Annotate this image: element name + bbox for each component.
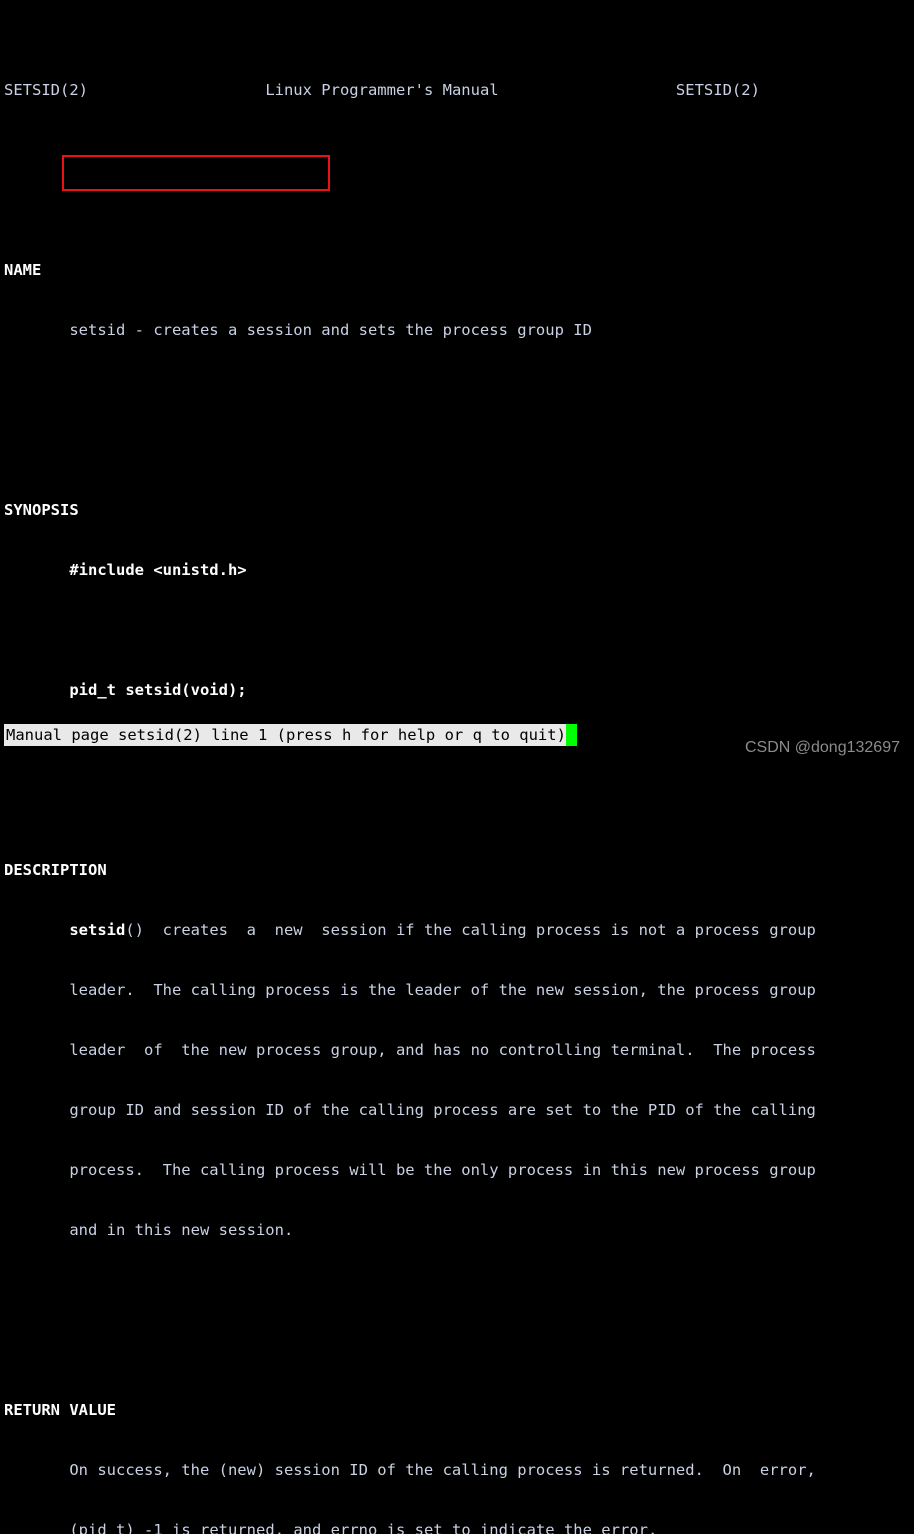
text-cursor bbox=[565, 724, 577, 746]
section-heading-synopsis: SYNOPSIS bbox=[0, 500, 914, 520]
section-heading-return-value: RETURN VALUE bbox=[0, 1400, 914, 1420]
description-line-2-text: leader. The calling process is the leade… bbox=[69, 981, 816, 999]
description-line-3: leader of the new process group, and has… bbox=[0, 1040, 914, 1060]
header-gap-left bbox=[88, 81, 265, 99]
section-heading-description-label: DESCRIPTION bbox=[4, 861, 107, 879]
minus-one-value-text: -1 bbox=[144, 1521, 163, 1534]
errno-keyword: errno bbox=[330, 1521, 378, 1534]
man-header-left: SETSID(2) bbox=[4, 81, 88, 99]
description-line-6-text: and in this new session. bbox=[69, 1221, 294, 1239]
pager-status-text: Manual page setsid(2) line 1 (press h fo… bbox=[6, 726, 566, 744]
description-line-5-text: process. The calling process will be the… bbox=[69, 1161, 816, 1179]
section-body-name: setsid - creates a session and sets the … bbox=[0, 320, 914, 340]
section-heading-name: NAME bbox=[0, 260, 914, 280]
description-line-1: setsid() creates a new session if the ca… bbox=[0, 920, 914, 940]
section-heading-return-value-label: RETURN VALUE bbox=[4, 1401, 116, 1419]
watermark-text: CSDN @dong132697 bbox=[744, 739, 900, 756]
section-heading-synopsis-label: SYNOPSIS bbox=[4, 501, 79, 519]
name-description-text: setsid - creates a session and sets the … bbox=[69, 321, 592, 339]
man-header-right: SETSID(2) bbox=[675, 81, 760, 99]
section-heading-name-label: NAME bbox=[4, 261, 42, 279]
return-value-line-1: On success, the (new) session ID of the … bbox=[0, 1460, 914, 1480]
function-prototype-text: pid_t setsid(void); bbox=[69, 681, 247, 699]
return-value-end-text: is set to indicate the error. bbox=[377, 1521, 658, 1534]
description-line-3-text: leader of the new process group, and has… bbox=[69, 1041, 816, 1059]
header-gap-right bbox=[499, 81, 676, 99]
terminal-man-page[interactable]: SETSID(2) Linux Programmer's Manual SETS… bbox=[0, 0, 914, 1534]
synopsis-include-line: #include <unistd.h> bbox=[0, 560, 914, 580]
function-name-keyword: setsid bbox=[69, 921, 126, 939]
return-value-line-2: (pid_t) -1 is returned, and errno is set… bbox=[0, 1520, 914, 1534]
man-header-center: Linux Programmer's Manual bbox=[265, 81, 499, 99]
description-line-1-text: () creates a new session if the calling … bbox=[125, 921, 816, 939]
man-header-line: SETSID(2) Linux Programmer's Manual SETS… bbox=[0, 80, 914, 100]
return-value-line-1-text: On success, the (new) session ID of the … bbox=[69, 1461, 816, 1479]
synopsis-prototype-line: pid_t setsid(void); bbox=[0, 680, 914, 700]
include-directive-text: #include <unistd.h> bbox=[69, 561, 247, 579]
pager-status-bar[interactable]: Manual page setsid(2) line 1 (press h fo… bbox=[4, 724, 577, 746]
pid-t-cast-text: (pid_t) bbox=[69, 1521, 135, 1534]
return-value-mid-text: is returned, and bbox=[162, 1521, 331, 1534]
description-line-2: leader. The calling process is the leade… bbox=[0, 980, 914, 1000]
description-line-6: and in this new session. bbox=[0, 1220, 914, 1240]
section-heading-description: DESCRIPTION bbox=[0, 860, 914, 880]
description-line-4: group ID and session ID of the calling p… bbox=[0, 1100, 914, 1120]
description-line-5: process. The calling process will be the… bbox=[0, 1160, 914, 1180]
description-line-4-text: group ID and session ID of the calling p… bbox=[69, 1101, 816, 1119]
